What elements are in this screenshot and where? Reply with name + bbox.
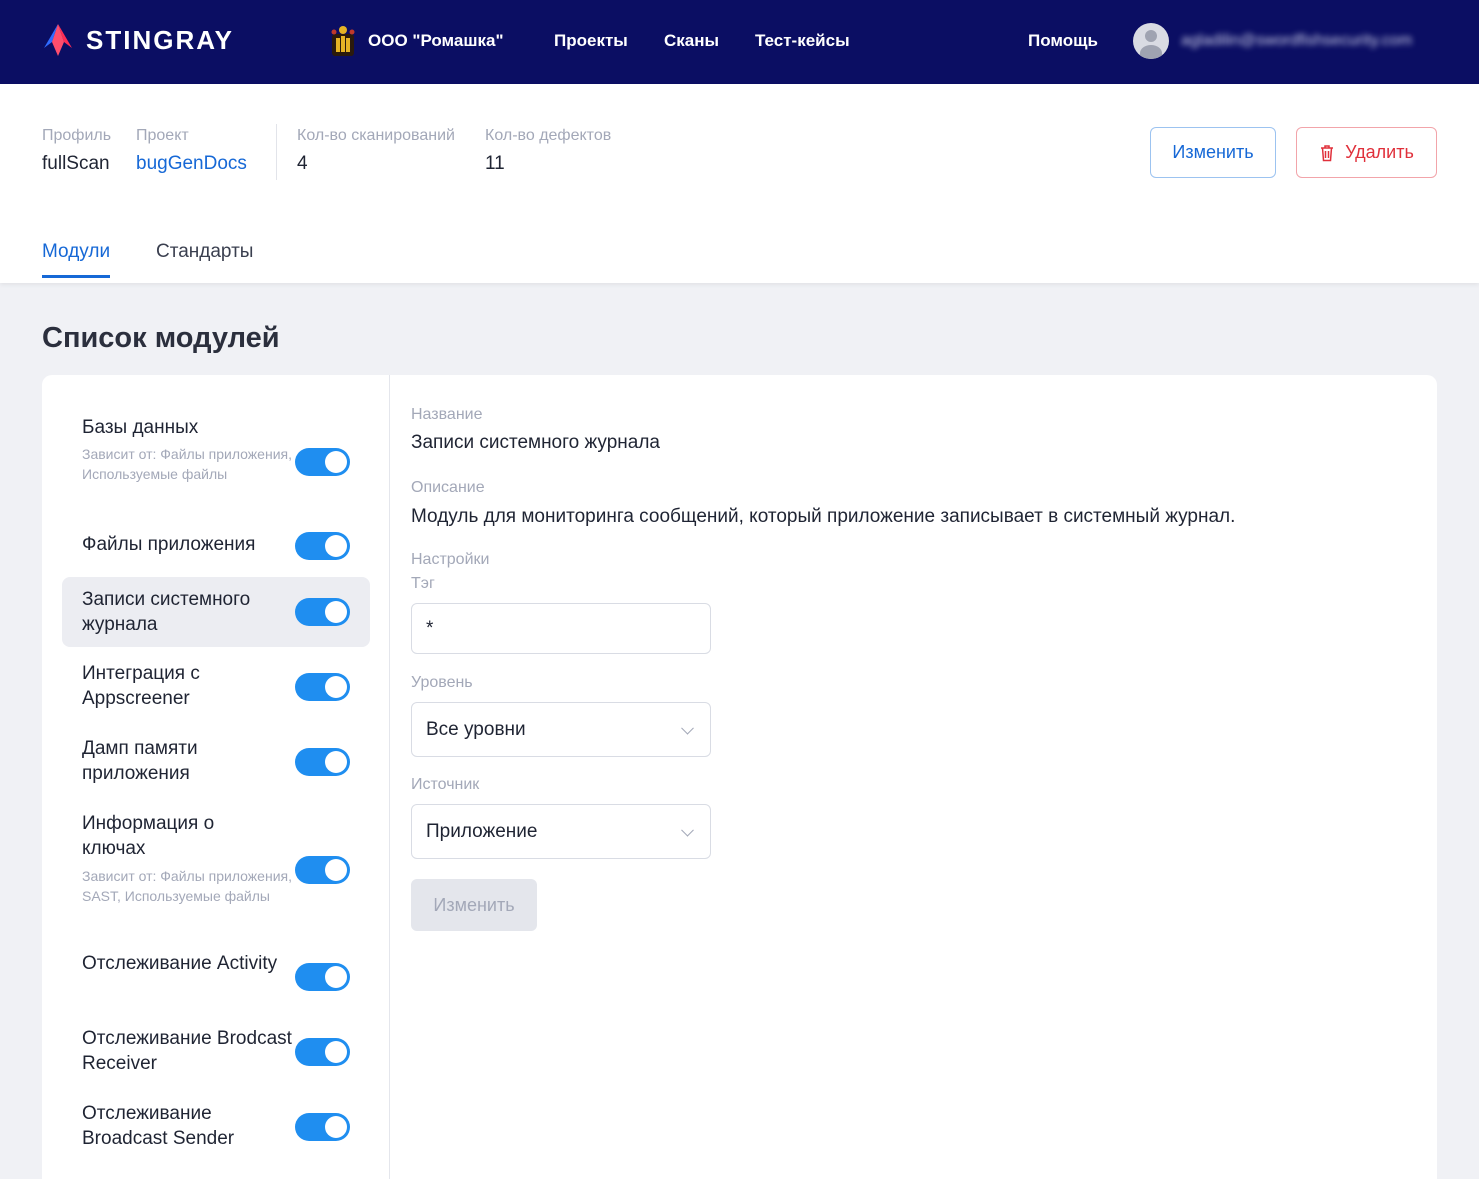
source-select[interactable]: Приложение [411, 804, 711, 859]
module-name: Отслеживание Broadcast Sender [82, 1103, 235, 1149]
module-name: Файлы приложения [82, 534, 256, 555]
tab-modules[interactable]: Модули [42, 241, 111, 278]
project-link[interactable]: bugGenDocs [136, 153, 247, 175]
delete-button-label: Удалить [1345, 142, 1414, 162]
module-toggle[interactable] [295, 963, 350, 991]
defects-value: 11 [485, 153, 505, 174]
module-item[interactable]: Дамп памяти приложения [62, 730, 370, 795]
modules-card: Базы данных Зависит от: Файлы приложения… [42, 375, 1437, 1179]
meta-profile: Профиль fullScan [42, 127, 111, 175]
module-toggle[interactable] [295, 1038, 350, 1066]
profile-header: Профиль fullScan Проект bugGenDocs Кол-в… [0, 84, 1479, 283]
delete-button[interactable]: Удалить [1296, 127, 1437, 178]
top-navbar: STINGRAY ООО "Ромашка" Проекты Сканы Тес… [0, 0, 1479, 84]
module-name: Интеграция с Appscreener [82, 663, 200, 709]
nav-test-cases[interactable]: Тест-кейсы [755, 31, 850, 51]
trash-icon [1321, 144, 1334, 161]
module-name: Записи системного журнала [82, 589, 251, 635]
module-item[interactable]: Отслеживание Broadcast Sender [62, 1095, 370, 1160]
defects-label: Кол-во дефектов [485, 127, 612, 144]
module-toggle[interactable] [295, 1113, 350, 1141]
level-label: Уровень [411, 674, 473, 691]
project-label: Проект [136, 127, 189, 144]
meta-project: Проект bugGenDocs [136, 127, 247, 175]
module-item[interactable]: Интеграция с Appscreener [62, 655, 370, 720]
module-dependency: Зависит от: Файлы приложения, Используем… [82, 446, 292, 482]
description-label: Описание [411, 479, 485, 496]
source-label: Источник [411, 776, 480, 793]
module-toggle[interactable] [295, 598, 350, 626]
avatar [1133, 23, 1169, 59]
module-name: Базы данных [82, 417, 199, 438]
module-item-selected[interactable]: Записи системного журнала [62, 577, 370, 647]
divider [276, 124, 277, 180]
nav-help[interactable]: Помощь [1028, 31, 1098, 51]
settings-label: Настройки [411, 551, 490, 568]
module-toggle[interactable] [295, 748, 350, 776]
module-name: Отслеживание Activity [82, 953, 278, 974]
profile-value: fullScan [42, 153, 110, 174]
module-toggle[interactable] [295, 448, 350, 476]
scans-label: Кол-во сканирований [297, 127, 455, 144]
logo[interactable]: STINGRAY [42, 22, 234, 58]
section-title: Список модулей [42, 322, 280, 354]
module-item[interactable]: Отслеживание Activity [62, 945, 370, 1010]
module-item[interactable]: Информация о ключах Зависит от: Файлы пр… [62, 805, 370, 930]
tab-standards[interactable]: Стандарты [156, 241, 253, 263]
module-item[interactable]: Файлы приложения [62, 525, 370, 575]
module-name: Отслеживание Brodcast Receiver [82, 1028, 292, 1074]
logo-text: STINGRAY [86, 24, 234, 55]
org-crest-icon [331, 26, 355, 56]
edit-button[interactable]: Изменить [1150, 127, 1276, 178]
nav-scans[interactable]: Сканы [664, 31, 719, 51]
org-selector[interactable]: ООО "Ромашка" [328, 24, 504, 58]
level-select-value: Все уровни [426, 718, 526, 740]
module-dependency: Зависит от: Файлы приложения, SAST, Испо… [82, 868, 292, 904]
name-value: Записи системного журнала [411, 432, 660, 453]
module-name: Дамп памяти приложения [82, 738, 198, 784]
tag-label: Тэг [411, 575, 435, 592]
profile-label: Профиль [42, 127, 112, 144]
module-item[interactable]: Базы данных Зависит от: Файлы приложения… [62, 410, 370, 510]
meta-scans: Кол-во сканирований 4 [297, 127, 455, 175]
level-select[interactable]: Все уровни [411, 702, 711, 757]
module-name: Информация о ключах [82, 813, 215, 859]
user-menu[interactable]: agladilin@swordfishsecurity.com [1133, 23, 1412, 59]
module-toggle[interactable] [295, 856, 350, 884]
module-item[interactable]: Отслеживание Brodcast Receiver [62, 1020, 370, 1085]
stingray-logo-icon [44, 24, 72, 56]
meta-defects: Кол-во дефектов 11 [485, 127, 611, 175]
modules-list: Базы данных Зависит от: Файлы приложения… [42, 375, 390, 1179]
description-value: Модуль для мониторинга сообщений, которы… [411, 506, 1236, 527]
module-toggle[interactable] [295, 532, 350, 560]
nav-projects[interactable]: Проекты [554, 31, 628, 51]
source-select-value: Приложение [426, 820, 538, 842]
module-toggle[interactable] [295, 673, 350, 701]
save-settings-button[interactable]: Изменить [411, 879, 537, 931]
scans-value: 4 [297, 153, 308, 174]
name-label: Название [411, 406, 483, 423]
tag-input[interactable]: * [411, 603, 711, 654]
org-name: ООО "Ромашка" [368, 31, 504, 50]
user-email: agladilin@swordfishsecurity.com [1181, 32, 1413, 49]
